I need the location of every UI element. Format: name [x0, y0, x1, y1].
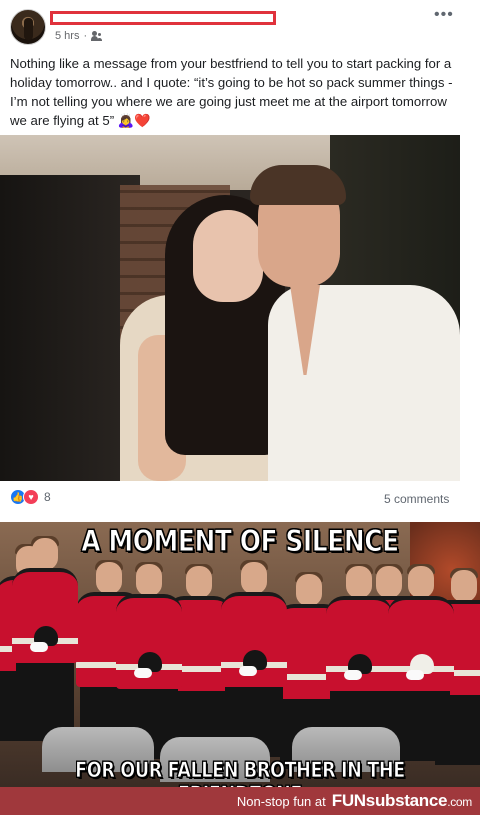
meme-image: A MOMENT OF SILENCE FOR OUR FALLEN BROTH…	[0, 522, 480, 787]
facebook-post: 5 hrs · ••• Nothing like a message from …	[0, 0, 480, 520]
meme-top-caption: A MOMENT OF SILENCE	[81, 524, 400, 559]
more-options-icon[interactable]: •••	[434, 7, 454, 23]
post-meta: 5 hrs ·	[55, 30, 103, 42]
logo-fun: FUN	[331, 791, 366, 810]
post-photo[interactable]	[0, 135, 460, 481]
reactions-summary[interactable]: 👍 ♥ 8	[10, 489, 51, 505]
reaction-count: 8	[44, 490, 51, 504]
logo-tld: .com	[447, 795, 472, 809]
meme-bottom-caption: FOR OUR FALLEN BROTHER IN THE FRIENDZONE	[75, 758, 406, 787]
logo-substance: substance	[365, 791, 448, 810]
love-reaction-icon: ♥	[23, 489, 39, 505]
comments-count-link[interactable]: 5 comments	[384, 492, 449, 506]
funsubstance-logo[interactable]: FUNsubstance.com	[331, 791, 473, 811]
post-time[interactable]: 5 hrs	[55, 30, 79, 42]
redacted-author-name	[50, 11, 276, 25]
photo-dark-wall	[0, 175, 140, 481]
post-text: Nothing like a message from your bestfri…	[10, 56, 453, 128]
avatar[interactable]	[10, 9, 46, 45]
photo-woman-face	[193, 210, 263, 302]
watermark-tagline: Non-stop fun at	[236, 793, 326, 809]
meta-separator: ·	[83, 30, 88, 42]
friends-audience-icon[interactable]	[91, 31, 103, 41]
photo-man-hair	[250, 165, 346, 205]
site-watermark-bar: Non-stop fun at FUNsubstance.com	[0, 787, 480, 815]
